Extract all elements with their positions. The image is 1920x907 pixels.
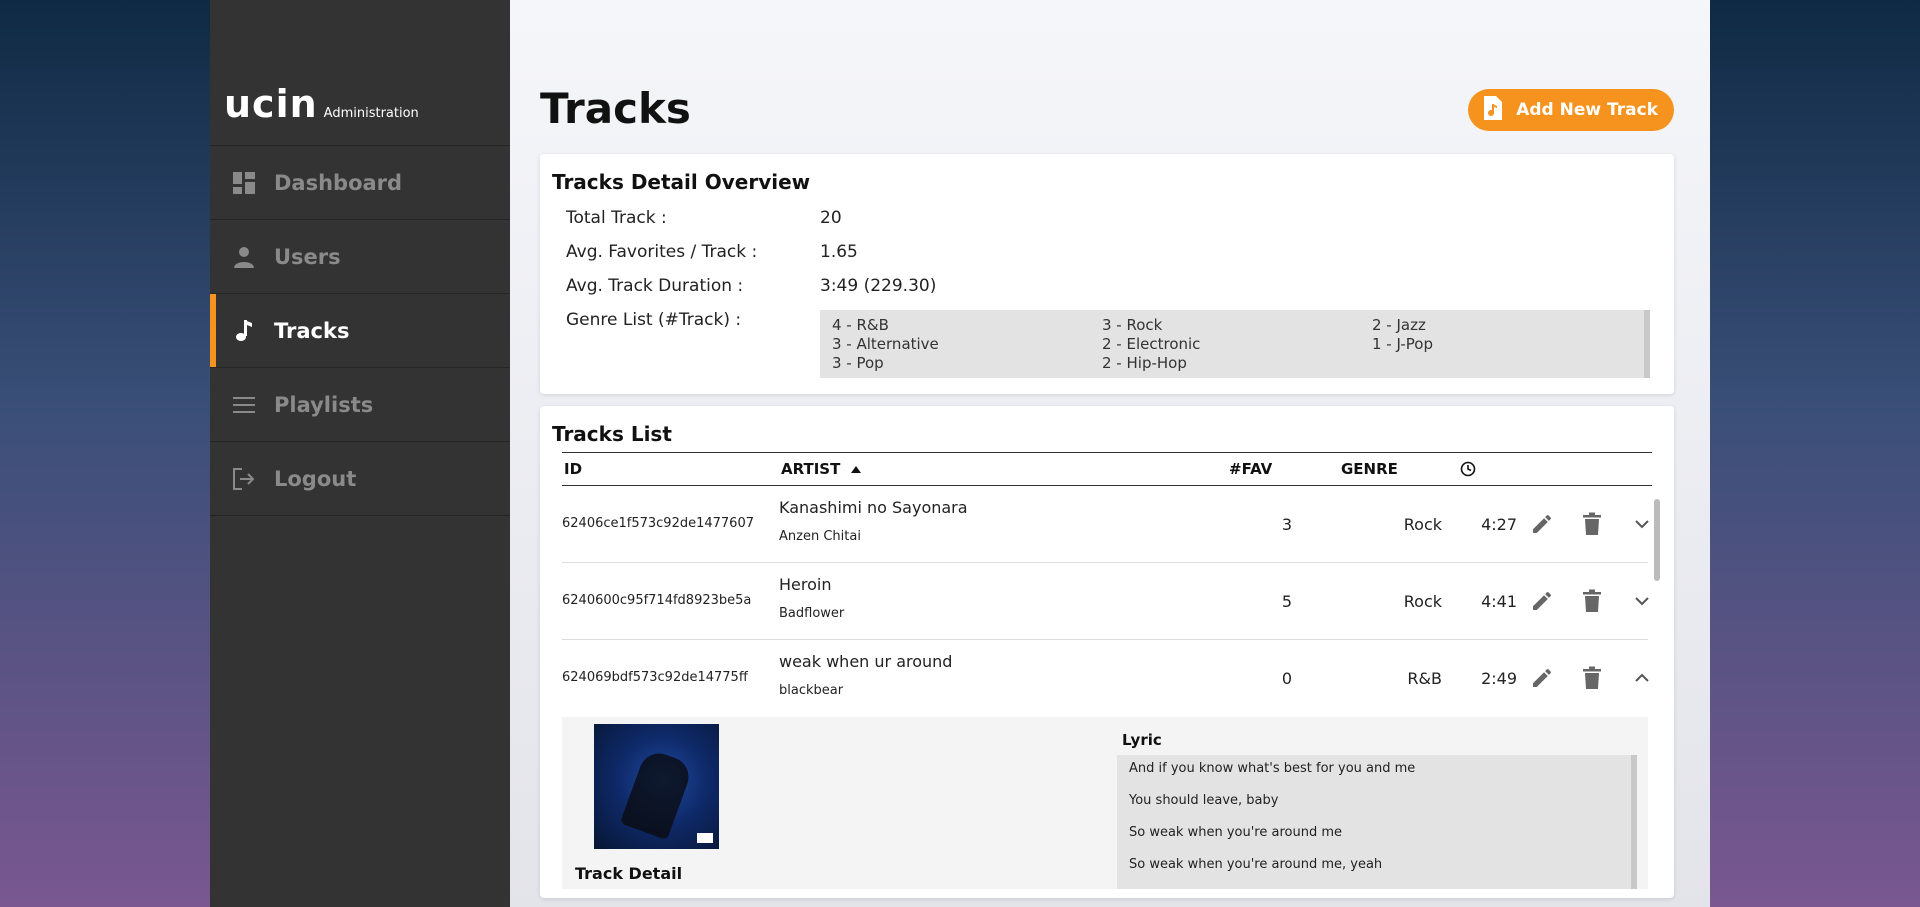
page-title: Tracks xyxy=(540,84,691,133)
add-track-label: Add New Track xyxy=(1516,100,1658,120)
track-fav: 3 xyxy=(1281,515,1292,534)
track-detail-title: Track Detail xyxy=(575,864,683,883)
genre-item: 2 - Jazz xyxy=(1372,316,1426,334)
genre-item: 2 - Electronic xyxy=(1102,335,1201,353)
sort-asc-icon[interactable] xyxy=(850,460,862,478)
sidebar-item-logout[interactable]: Logout xyxy=(210,442,510,516)
sidebar-item-users[interactable]: Users xyxy=(210,220,510,294)
track-genre: R&B xyxy=(1407,669,1442,688)
genre-item: 3 - Rock xyxy=(1102,316,1163,334)
table-header: ID ARTIST #FAV GENRE xyxy=(562,452,1652,486)
track-duration: 2:49 xyxy=(1481,669,1517,688)
avg-fav-row: Avg. Favorites / Track : 1.65 xyxy=(552,242,1662,262)
tracks-list-title: Tracks List xyxy=(552,422,672,446)
chevron-down-icon[interactable] xyxy=(1628,587,1656,615)
track-artist: Anzen Chitai xyxy=(779,529,861,544)
track-genre: Rock xyxy=(1403,592,1442,611)
dashboard-icon xyxy=(232,171,256,195)
brand: ucin Administration xyxy=(210,0,510,146)
sidebar-item-playlists[interactable]: Playlists xyxy=(210,368,510,442)
track-artist: Badflower xyxy=(779,606,845,621)
delete-icon[interactable] xyxy=(1578,587,1606,615)
track-duration: 4:27 xyxy=(1481,515,1517,534)
track-duration: 4:41 xyxy=(1481,592,1517,611)
sidebar-item-label: Logout xyxy=(274,466,357,491)
header-genre[interactable]: GENRE xyxy=(1341,460,1398,478)
table-row[interactable]: 62406ce1f573c92de1477607 Kanashimi no Sa… xyxy=(562,486,1649,563)
add-track-button[interactable]: Add New Track xyxy=(1468,89,1674,131)
overview-card: Tracks Detail Overview Total Track : 20 … xyxy=(540,154,1674,394)
total-track-row: Total Track : 20 xyxy=(552,208,1662,228)
avg-duration-value: 3:49 (229.30) xyxy=(820,276,937,296)
clock-icon[interactable] xyxy=(1460,461,1476,481)
genre-item: 4 - R&B xyxy=(832,316,889,334)
genre-item: 3 - Pop xyxy=(832,354,884,372)
lyric-line: So weak when you're around me, yeah xyxy=(1129,857,1383,872)
genre-list-label: Genre List (#Track) : xyxy=(566,310,742,330)
total-track-label: Total Track : xyxy=(566,208,667,228)
track-fav: 0 xyxy=(1281,669,1292,688)
table-row[interactable]: 6240600c95f714fd8923be5a Heroin Badflowe… xyxy=(562,563,1649,640)
track-title: Kanashimi no Sayonara xyxy=(779,498,968,517)
tracks-scrollbar[interactable] xyxy=(1654,499,1660,581)
header-artist[interactable]: ARTIST xyxy=(781,460,840,478)
delete-icon[interactable] xyxy=(1578,510,1606,538)
avg-duration-row: Avg. Track Duration : 3:49 (229.30) xyxy=(552,276,1662,296)
chevron-down-icon[interactable] xyxy=(1628,510,1656,538)
edit-icon[interactable] xyxy=(1528,664,1556,692)
header-id[interactable]: ID xyxy=(564,460,582,478)
track-title: Heroin xyxy=(779,575,832,594)
user-icon xyxy=(232,245,256,269)
avg-duration-label: Avg. Track Duration : xyxy=(566,276,744,296)
chevron-up-icon[interactable] xyxy=(1628,664,1656,692)
sidebar-item-label: Dashboard xyxy=(274,170,403,195)
music-note-icon xyxy=(232,319,256,343)
avg-fav-label: Avg. Favorites / Track : xyxy=(566,242,758,262)
album-cover-image xyxy=(594,724,719,849)
track-artist: blackbear xyxy=(779,683,844,698)
logout-icon xyxy=(232,467,256,491)
app-shell: ucin Administration Dashboard Users Trac… xyxy=(210,0,1710,907)
genre-item: 3 - Alternative xyxy=(832,335,939,353)
main-content: Tracks Add New Track Tracks Detail Overv… xyxy=(510,0,1710,907)
sidebar-item-label: Playlists xyxy=(274,392,374,417)
track-genre: Rock xyxy=(1403,515,1442,534)
list-icon xyxy=(232,393,256,417)
lyric-line: And if you know what's best for you and … xyxy=(1129,761,1416,776)
track-id: 6240600c95f714fd8923be5a xyxy=(562,593,752,608)
tracks-card: Tracks List ID ARTIST #FAV GENRE 62406ce… xyxy=(540,406,1674,898)
sidebar-item-dashboard[interactable]: Dashboard xyxy=(210,146,510,220)
track-fav: 5 xyxy=(1281,592,1292,611)
edit-icon[interactable] xyxy=(1528,587,1556,615)
avg-fav-value: 1.65 xyxy=(820,242,858,262)
table-row[interactable]: 624069bdf573c92de14775ff weak when ur ar… xyxy=(562,640,1649,717)
overview-title: Tracks Detail Overview xyxy=(552,170,811,194)
track-id: 624069bdf573c92de14775ff xyxy=(562,670,748,685)
genre-item: 1 - J-Pop xyxy=(1372,335,1434,353)
lyric-line: So weak when you're around me xyxy=(1129,825,1342,840)
sidebar-item-tracks[interactable]: Tracks xyxy=(210,294,510,368)
sidebar-item-label: Users xyxy=(274,244,341,269)
total-track-value: 20 xyxy=(820,208,842,228)
header-fav[interactable]: #FAV xyxy=(1229,460,1272,478)
brand-subtitle: Administration xyxy=(323,106,419,121)
sidebar-item-label: Tracks xyxy=(274,318,350,343)
track-detail-panel: Track Detail Lyric And if you know what'… xyxy=(562,717,1648,889)
sidebar: ucin Administration Dashboard Users Trac… xyxy=(210,0,510,907)
lyric-title: Lyric xyxy=(1122,731,1162,749)
lyric-box[interactable]: And if you know what's best for you and … xyxy=(1117,755,1637,889)
edit-icon[interactable] xyxy=(1528,510,1556,538)
delete-icon[interactable] xyxy=(1578,664,1606,692)
music-file-icon xyxy=(1482,95,1504,126)
lyric-line: You should leave, baby xyxy=(1129,793,1279,808)
logo: ucin xyxy=(224,82,318,126)
track-title: weak when ur around xyxy=(779,652,953,671)
genre-list[interactable]: 4 - R&B 3 - Rock 2 - Jazz 3 - Alternativ… xyxy=(820,310,1650,378)
track-id: 62406ce1f573c92de1477607 xyxy=(562,516,754,531)
genre-item: 2 - Hip-Hop xyxy=(1102,354,1187,372)
